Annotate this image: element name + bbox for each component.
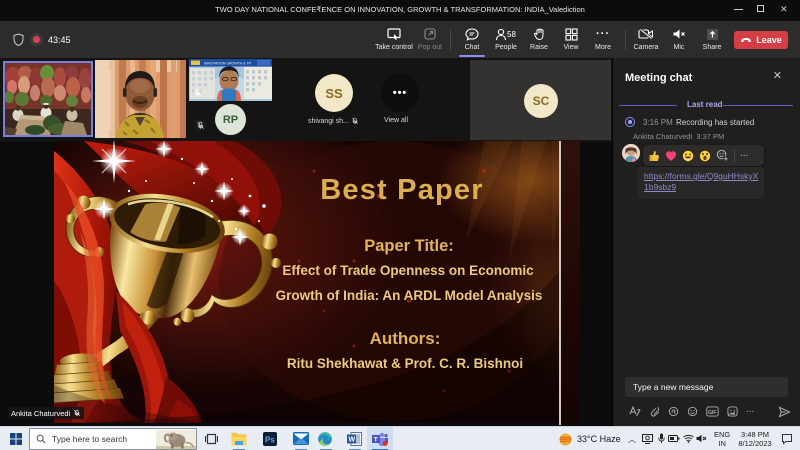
svg-text:INNOVATION GROWTH & TR: INNOVATION GROWTH & TR [204,62,252,66]
svg-text:Ps: Ps [265,436,275,445]
svg-text:T: T [374,437,378,444]
svg-text:GIF: GIF [708,410,716,416]
svg-text:W: W [349,437,356,444]
svg-text:58: 58 [507,30,516,39]
